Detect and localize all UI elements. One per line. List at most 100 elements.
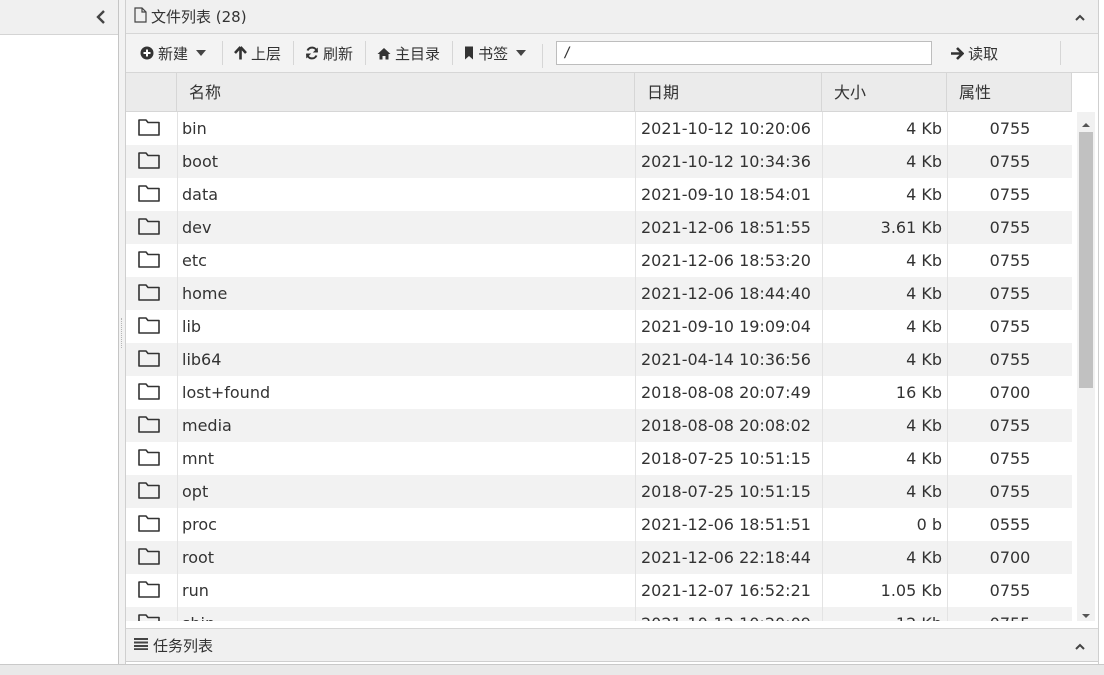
file-size: 16 Kb <box>895 383 942 402</box>
folder-icon <box>138 211 164 244</box>
file-attr: 0755 <box>989 185 1031 204</box>
file-date: 2018-08-08 20:07:49 <box>641 383 811 402</box>
table-row[interactable]: dev 2021-12-06 18:51:55 3.61 Kb 0755 <box>126 211 1072 244</box>
file-attr: 0755 <box>948 607 1072 621</box>
file-name[interactable]: home <box>182 277 227 310</box>
scroll-up-arrow-icon[interactable] <box>1081 116 1091 127</box>
file-rows: bin 2021-10-12 10:20:06 4 Kb 0755 boot 2021-1… <box>126 112 1072 621</box>
file-date: 2021-10-12 10:20:06 <box>641 119 811 138</box>
file-attr: 0755 <box>989 449 1031 468</box>
header-date[interactable]: 日期 <box>635 73 822 111</box>
file-name[interactable]: bin <box>182 112 207 145</box>
vertical-scrollbar[interactable] <box>1077 112 1095 621</box>
file-name[interactable]: etc <box>182 244 207 277</box>
table-row[interactable]: home 2021-12-06 18:44:40 4 Kb 0755 <box>126 277 1072 310</box>
header-name[interactable]: 名称 <box>177 73 635 111</box>
task-list-bar[interactable]: 任务列表 <box>126 628 1098 662</box>
file-size: 4 Kb <box>906 185 942 204</box>
file-size: 4 Kb <box>906 350 942 369</box>
file-size: 4 Kb <box>906 152 942 171</box>
table-row[interactable]: boot 2021-10-12 10:34:36 4 Kb 0755 <box>126 145 1072 178</box>
file-outline-icon <box>134 6 147 27</box>
file-name[interactable]: lib64 <box>182 343 221 376</box>
folder-icon <box>138 343 164 376</box>
header-attr[interactable]: 属性 <box>947 73 1072 111</box>
up-level-button[interactable]: 上层 <box>222 38 293 68</box>
file-name[interactable]: data <box>182 178 218 211</box>
file-date: 2021-12-06 18:44:40 <box>641 284 811 303</box>
file-date: 2021-09-10 19:09:04 <box>641 317 811 336</box>
chevron-left-icon[interactable] <box>94 8 108 26</box>
file-name[interactable]: dev <box>182 211 211 244</box>
file-date: 2018-08-08 20:08:02 <box>641 416 811 435</box>
table-row[interactable]: lib 2021-09-10 19:09:04 4 Kb 0755 <box>126 310 1072 343</box>
file-name[interactable]: lost+found <box>182 376 270 409</box>
file-attr: 0755 <box>989 482 1031 501</box>
file-name[interactable]: lib <box>182 310 201 343</box>
new-button[interactable]: 新建 <box>126 38 222 68</box>
column-divider <box>635 112 636 621</box>
file-date: 2021-12-06 18:53:20 <box>641 251 811 270</box>
file-size: 4 Kb <box>906 482 942 501</box>
file-table: 名称 日期 大小 属性 bin 2021-10-12 10:20:06 4 Kb 07… <box>126 73 1098 621</box>
table-row[interactable]: lost+found 2018-08-08 20:07:49 16 Kb 0700 <box>126 376 1072 409</box>
file-name[interactable]: proc <box>182 508 217 541</box>
table-row[interactable]: etc 2021-12-06 18:53:20 4 Kb 0755 <box>126 244 1072 277</box>
list-icon <box>134 636 148 654</box>
table-row[interactable]: run 2021-12-07 16:52:21 1.05 Kb 0755 <box>126 574 1072 607</box>
table-row[interactable]: media 2018-08-08 20:08:02 4 Kb 0755 <box>126 409 1072 442</box>
refresh-button[interactable]: 刷新 <box>293 38 365 68</box>
folder-icon <box>138 277 164 310</box>
column-divider <box>177 112 178 621</box>
file-date: 2021-12-07 16:52:21 <box>641 581 811 600</box>
file-name[interactable]: boot <box>182 145 218 178</box>
chevron-up-icon[interactable] <box>1074 10 1086 22</box>
arrow-right-icon <box>951 46 965 60</box>
file-name[interactable]: media <box>182 409 232 442</box>
new-button-label: 新建 <box>158 44 189 63</box>
arrow-up-icon <box>234 46 247 60</box>
file-date: 2021-10-12 10:20:09 <box>641 607 811 621</box>
table-row[interactable]: data 2021-09-10 18:54:01 4 Kb 0755 <box>126 178 1072 211</box>
caret-down-icon <box>196 50 207 56</box>
folder-icon <box>138 178 164 211</box>
file-name[interactable]: run <box>182 574 209 607</box>
scroll-down-arrow-icon[interactable] <box>1081 607 1091 618</box>
folder-icon <box>138 442 164 475</box>
file-name[interactable]: opt <box>182 475 208 508</box>
up-level-label: 上层 <box>251 44 282 63</box>
column-divider <box>822 112 823 621</box>
read-button[interactable]: 读取 <box>938 38 1010 68</box>
file-attr: 0755 <box>989 350 1031 369</box>
table-row[interactable]: sbin 2021-10-12 10:20:09 12 Kb 0755 <box>126 607 1072 621</box>
file-size: 4 Kb <box>906 548 942 567</box>
file-date: 2021-12-06 18:51:51 <box>641 515 811 534</box>
file-attr: 0755 <box>989 218 1031 237</box>
table-row[interactable]: lib64 2021-04-14 10:36:56 4 Kb 0755 <box>126 343 1072 376</box>
bookmark-button[interactable]: 书签 <box>452 38 542 68</box>
path-input[interactable] <box>556 41 933 65</box>
table-row[interactable]: proc 2021-12-06 18:51:51 0 b 0555 <box>126 508 1072 541</box>
splitter-grip[interactable] <box>121 318 124 348</box>
scrollbar-thumb[interactable] <box>1079 132 1093 388</box>
home-button[interactable]: 主目录 <box>365 38 452 68</box>
file-name[interactable]: root <box>182 541 214 574</box>
table-row[interactable]: bin 2021-10-12 10:20:06 4 Kb 0755 <box>126 112 1072 145</box>
file-date: 2018-07-25 10:51:15 <box>641 449 811 468</box>
table-row[interactable]: root 2021-12-06 22:18:44 4 Kb 0700 <box>126 541 1072 574</box>
toolbar-separator <box>1060 41 1061 65</box>
column-divider <box>947 112 948 621</box>
file-date: 2021-12-06 22:18:44 <box>641 548 811 567</box>
file-date: 2021-10-12 10:34:36 <box>641 152 811 171</box>
home-icon <box>377 47 391 59</box>
file-name[interactable]: mnt <box>182 442 214 475</box>
table-row[interactable]: mnt 2018-07-25 10:51:15 4 Kb 0755 <box>126 442 1072 475</box>
folder-icon <box>138 409 164 442</box>
folder-icon <box>138 310 164 343</box>
chevron-up-icon[interactable] <box>1074 639 1086 651</box>
header-size[interactable]: 大小 <box>822 73 947 111</box>
file-name[interactable]: sbin <box>182 607 215 621</box>
bookmark-icon <box>465 46 474 60</box>
table-row[interactable]: opt 2018-07-25 10:51:15 4 Kb 0755 <box>126 475 1072 508</box>
refresh-icon <box>306 46 319 60</box>
